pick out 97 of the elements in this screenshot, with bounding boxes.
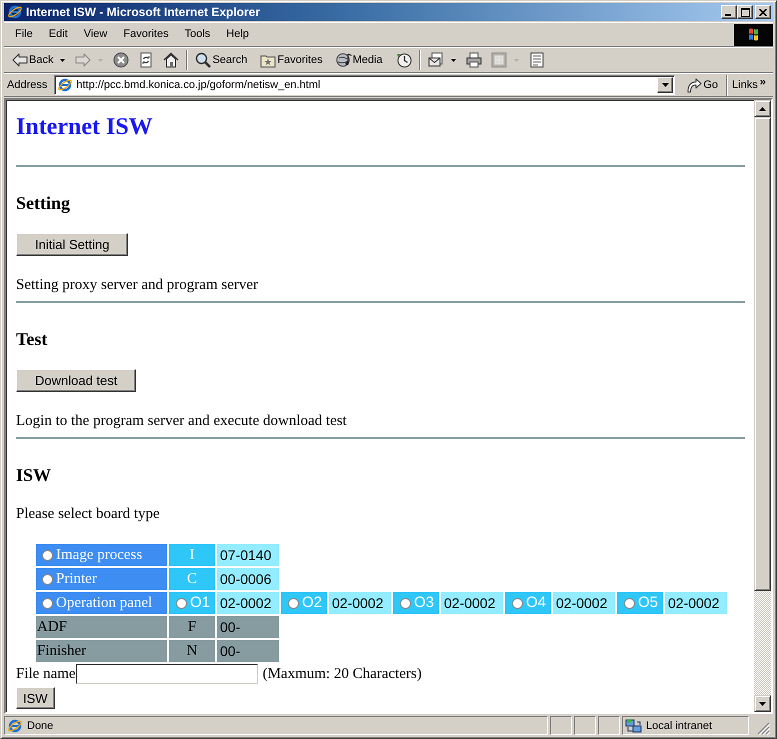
flag-logo-icon — [734, 24, 773, 46]
globe-note-icon — [336, 52, 352, 68]
table-cell: 02-0002 — [665, 592, 727, 614]
action-button[interactable]: Download test — [16, 369, 136, 392]
vertical-scrollbar[interactable] — [754, 100, 771, 712]
window-title: Internet ISW - Microsoft Internet Explorer — [26, 5, 260, 19]
table-cell: 02-0002 — [329, 592, 391, 614]
media-button[interactable]: Media — [332, 49, 391, 71]
back-button[interactable]: Back — [8, 49, 70, 71]
maximize-button[interactable] — [737, 5, 753, 19]
orbit-logo-icon — [57, 77, 74, 93]
menu-item[interactable]: Edit — [40, 26, 76, 43]
resize-grip-icon — [757, 722, 770, 735]
table-cell: 00-0006 — [217, 568, 279, 590]
status-panel — [550, 716, 572, 735]
chevron-button[interactable]: » — [758, 74, 768, 96]
section-description: Setting proxy server and program server — [16, 276, 260, 294]
option-label: O5 — [638, 593, 658, 614]
radio-button[interactable] — [42, 598, 53, 609]
grid-icon — [490, 52, 507, 68]
section-heading: Setting — [16, 192, 71, 214]
table-cell: 02-0002 — [441, 592, 503, 614]
section-heading: ISW — [16, 464, 52, 486]
status-panel — [574, 716, 596, 735]
address-field[interactable]: http://pcc.bmd.konica.co.jp/goform/netisw_en.html — [54, 75, 676, 95]
board-name: Printer — [56, 570, 97, 590]
close-icon — [759, 8, 767, 16]
down-arrow-icon — [759, 702, 766, 706]
file-name-field[interactable] — [76, 664, 258, 684]
section-description: Login to the program server and execute download test — [16, 412, 348, 430]
radio-button[interactable] — [42, 574, 53, 585]
orbit-logo-icon — [7, 4, 23, 20]
radio-button[interactable] — [512, 598, 523, 609]
address-label: Address — [7, 79, 48, 91]
go-button[interactable]: Go — [684, 74, 722, 96]
search-icon — [195, 52, 212, 68]
option-label: O3 — [414, 593, 434, 614]
orbit-logo-icon — [7, 718, 23, 734]
radio-button[interactable] — [288, 598, 299, 609]
table-cell: F — [169, 616, 215, 638]
scroll-down-button[interactable] — [754, 695, 771, 712]
lined-page-icon — [528, 52, 545, 68]
table-cell: 00- — [217, 640, 279, 662]
table-cell: ADF — [36, 616, 167, 638]
printer-icon — [466, 52, 482, 68]
links-button[interactable]: Links — [728, 74, 758, 96]
board-type-prompt: Please select board type — [16, 505, 161, 523]
option-label: O2 — [302, 593, 322, 614]
menu-item[interactable]: Favorites — [115, 26, 177, 43]
option-label: O4 — [526, 593, 546, 614]
clock-icon — [396, 52, 412, 68]
section-heading: Test — [16, 328, 48, 350]
dropdown-button[interactable] — [657, 77, 674, 93]
radio-button[interactable] — [624, 598, 635, 609]
scroll-up-button[interactable] — [754, 100, 771, 117]
favorites-button[interactable]: Favorites — [256, 49, 331, 71]
refresh-icon — [138, 52, 154, 68]
status-panel — [598, 716, 620, 735]
table-cell: 02-0002 — [553, 592, 615, 614]
close-button[interactable] — [755, 5, 771, 19]
table-cell: 00- — [217, 616, 279, 638]
stop-icon — [113, 52, 130, 68]
network-icon — [625, 718, 642, 734]
option-label: O1 — [190, 593, 210, 614]
length-hint: (Maxmum: 20 Characters) — [262, 666, 422, 682]
file-name-label: File name — [16, 666, 76, 682]
caret-icon — [662, 83, 669, 87]
envelope-icon — [428, 52, 444, 68]
maximize-icon — [740, 8, 750, 16]
table-cell: I — [169, 544, 215, 566]
forward-arrow-icon — [75, 52, 92, 68]
table-cell: Finisher — [36, 640, 167, 662]
menu-item[interactable]: View — [76, 26, 116, 43]
status-text: Done — [27, 720, 54, 732]
table-cell: 07-0140 — [217, 544, 279, 566]
board-name: Operation panel — [56, 594, 152, 614]
isw-button[interactable]: ISW — [16, 687, 55, 709]
table-cell: 02-0002 — [217, 592, 279, 614]
table-cell: N — [169, 640, 215, 662]
scrollbar-thumb[interactable] — [754, 117, 771, 591]
back-arrow-icon — [12, 52, 28, 68]
minimize-button[interactable] — [721, 5, 737, 19]
go-arrow-icon — [686, 77, 702, 93]
radio-button[interactable] — [42, 550, 53, 561]
zone-label: Local intranet — [646, 720, 712, 732]
radio-button[interactable] — [176, 598, 187, 609]
menu-item[interactable]: Help — [218, 26, 257, 43]
action-button[interactable]: Initial Setting — [16, 233, 128, 256]
menu-item[interactable]: File — [7, 26, 41, 43]
radio-button[interactable] — [400, 598, 411, 609]
board-name: Image process — [56, 546, 142, 566]
table-cell: C — [169, 568, 215, 590]
page-title: Internet ISW — [16, 113, 154, 141]
search-button[interactable]: Search — [191, 49, 256, 71]
home-icon — [163, 52, 180, 68]
menu-item[interactable]: Tools — [176, 26, 218, 43]
up-arrow-icon — [759, 106, 766, 110]
